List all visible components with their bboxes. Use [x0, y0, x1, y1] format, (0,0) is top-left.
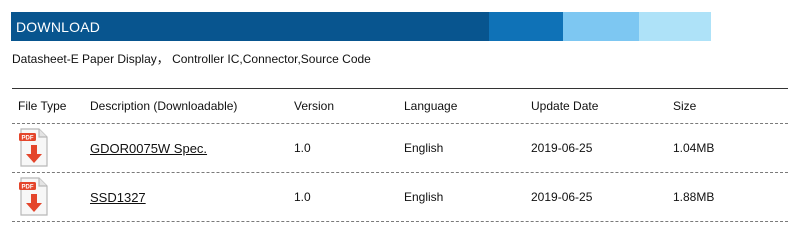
svg-text:PDF: PDF — [22, 184, 34, 190]
download-subtitle: Datasheet-E Paper Display， Controller IC… — [12, 52, 371, 66]
download-table: File Type Description (Downloadable) Ver… — [12, 88, 788, 222]
update-date-cell: 2019-06-25 — [531, 190, 593, 204]
description-cell: SSD1327 — [90, 173, 146, 221]
table-header-row: File Type Description (Downloadable) Ver… — [12, 89, 788, 123]
file-type-cell: PDF — [18, 124, 50, 172]
description-cell: GDOR0075W Spec. — [90, 124, 207, 172]
size-cell: 1.04MB — [673, 141, 715, 155]
column-header-version: Version — [294, 99, 335, 113]
pdf-download-icon[interactable]: PDF — [18, 177, 50, 217]
svg-text:PDF: PDF — [22, 135, 34, 141]
column-header-description: Description (Downloadable) — [90, 99, 238, 113]
header-accent-segment — [639, 12, 711, 41]
download-header-bar: DOWNLOAD — [11, 12, 711, 41]
version-cell: 1.0 — [294, 190, 311, 204]
header-accent-segment — [489, 12, 563, 41]
download-title: DOWNLOAD — [16, 18, 101, 35]
download-section: DOWNLOAD Datasheet-E Paper Display， Cont… — [0, 0, 800, 243]
table-bottom-border — [12, 221, 788, 222]
language-cell: English — [404, 141, 444, 155]
column-header-language: Language — [404, 99, 458, 113]
file-type-cell: PDF — [18, 173, 50, 221]
language-cell: English — [404, 190, 444, 204]
header-main-segment: DOWNLOAD — [11, 12, 489, 41]
ssd1327-download-link[interactable]: SSD1327 — [90, 190, 146, 205]
table-row: PDF GDOR0075W Spec. 1.0 English 2019-06-… — [12, 124, 788, 172]
pdf-download-icon[interactable]: PDF — [18, 128, 50, 168]
header-accent-segment — [563, 12, 639, 41]
size-cell: 1.88MB — [673, 190, 715, 204]
column-header-update-date: Update Date — [531, 99, 599, 113]
spec-download-link[interactable]: GDOR0075W Spec. — [90, 141, 207, 156]
column-header-file-type: File Type — [18, 99, 67, 113]
column-header-size: Size — [673, 99, 697, 113]
update-date-cell: 2019-06-25 — [531, 141, 593, 155]
version-cell: 1.0 — [294, 141, 311, 155]
table-row: PDF SSD1327 1.0 English 2019-06-25 1.88M… — [12, 173, 788, 221]
